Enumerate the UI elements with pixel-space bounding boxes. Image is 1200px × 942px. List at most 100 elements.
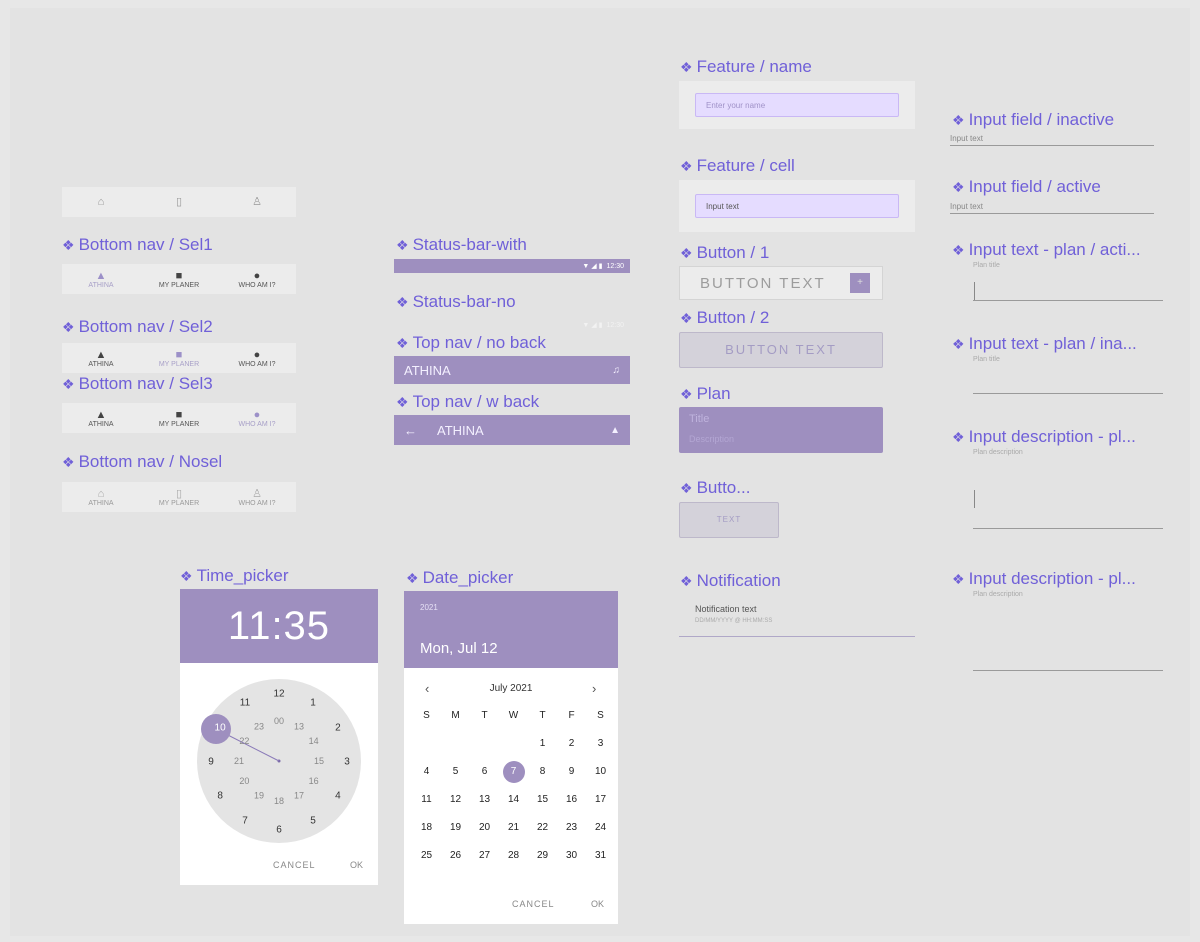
time-ok-button[interactable]: OK	[350, 860, 363, 870]
calendar-day[interactable]: 30	[557, 842, 586, 870]
nav-item-whoami[interactable]: ● WHO AM I?	[222, 409, 292, 428]
calendar-day[interactable]: 13	[470, 786, 499, 814]
calendar-day[interactable]: 7	[502, 761, 525, 783]
bell-icon[interactable]: ♫	[613, 365, 621, 376]
input-field-active[interactable]: Input text	[950, 202, 1154, 214]
clock-hour[interactable]: 2	[335, 723, 341, 734]
clock-hour[interactable]: 10	[215, 723, 227, 734]
calendar-day[interactable]: 15	[528, 786, 557, 814]
clock-hour[interactable]: 6	[276, 825, 282, 836]
cell-input[interactable]: Input text	[695, 194, 899, 218]
calendar-day[interactable]: 24	[586, 814, 615, 842]
weekday-label: W	[508, 710, 519, 721]
nav-item-whoami[interactable]: ● WHO AM I?	[222, 349, 292, 368]
calendar-day[interactable]: 20	[470, 814, 499, 842]
time-display[interactable]: 11:35	[228, 604, 330, 648]
calendar-day[interactable]: 27	[470, 842, 499, 870]
nav-item-whoami[interactable]: ♙ WHO AM I?	[222, 488, 292, 507]
year-label[interactable]: 2021	[420, 603, 438, 612]
bottom-nav-sel3: ▲ ATHINA ■ MY PLANER ● WHO AM I?	[62, 403, 296, 433]
text-button[interactable]: TEXT	[679, 502, 779, 538]
clock-hour[interactable]: 9	[208, 757, 214, 768]
calendar-day[interactable]: 11	[412, 786, 441, 814]
calendar-day[interactable]: 29	[528, 842, 557, 870]
calendar-day[interactable]: 10	[586, 758, 615, 786]
clock-hour-24[interactable]: 23	[254, 721, 264, 731]
clock-hour[interactable]: 12	[273, 689, 285, 700]
plan-card[interactable]: Title Description	[679, 407, 883, 453]
clock-hour-24[interactable]: 15	[314, 756, 324, 766]
nav-item-planer[interactable]: ■ MY PLANER	[144, 349, 214, 368]
calendar-day[interactable]: 17	[586, 786, 615, 814]
calendar-day[interactable]: 1	[528, 730, 557, 758]
calendar-day[interactable]: 14	[499, 786, 528, 814]
clock-hour-24[interactable]: 17	[294, 791, 304, 801]
calendar-day[interactable]: 22	[528, 814, 557, 842]
clock-hour[interactable]: 1	[310, 698, 316, 709]
name-input[interactable]: Enter your name	[695, 93, 899, 117]
plan-title-input-inactive[interactable]	[973, 393, 1163, 394]
date-cancel-button[interactable]: CANCEL	[512, 899, 555, 909]
clock-hour[interactable]: 3	[344, 757, 350, 768]
button-2[interactable]: BUTTON TEXT	[679, 332, 883, 368]
calendar-day[interactable]: 4	[412, 758, 441, 786]
clock-hour-24[interactable]: 00	[274, 716, 284, 726]
top-nav-w-back: ← ATHINA ▲	[394, 415, 630, 445]
clock-hour-24[interactable]: 13	[294, 721, 304, 731]
input-field-inactive[interactable]: Input text	[950, 134, 1154, 146]
calendar-day[interactable]: 31	[586, 842, 615, 870]
clock-hour[interactable]: 11	[240, 698, 251, 709]
clock-hour-24[interactable]: 18	[274, 796, 284, 806]
nav-item-planer[interactable]: ▯	[144, 196, 214, 208]
clock-face[interactable]: 121234567891011 001314151617181920212223	[180, 675, 378, 855]
calendar-day[interactable]: 16	[557, 786, 586, 814]
nav-item-athina[interactable]: ▲ ATHINA	[66, 349, 136, 368]
plus-icon[interactable]: +	[850, 273, 870, 293]
next-month-icon[interactable]: ›	[592, 681, 596, 696]
calendar-day[interactable]: 28	[499, 842, 528, 870]
calendar-day[interactable]: 19	[441, 814, 470, 842]
plan-description-input-inactive[interactable]	[973, 670, 1163, 671]
nav-item-profile[interactable]: ♙	[222, 196, 292, 208]
nav-item-planer[interactable]: ■ MY PLANER	[144, 409, 214, 428]
calendar-day[interactable]: 18	[412, 814, 441, 842]
calendar-day[interactable]: 25	[412, 842, 441, 870]
button-1[interactable]: BUTTON TEXT +	[679, 266, 883, 300]
back-arrow-icon[interactable]: ←	[404, 423, 417, 438]
calendar-day[interactable]: 2	[557, 730, 586, 758]
clock-hour[interactable]: 8	[217, 791, 223, 802]
plan-description-input-active[interactable]	[973, 528, 1163, 529]
plan-title-input-active[interactable]	[973, 300, 1163, 301]
clock-hour-24[interactable]: 21	[234, 756, 244, 766]
calendar-day[interactable]: 23	[557, 814, 586, 842]
nav-item-home[interactable]: ⌂	[66, 196, 136, 208]
nav-item-athina[interactable]: ⌂ ATHINA	[66, 488, 136, 507]
bell-icon[interactable]: ▲	[610, 425, 620, 436]
time-cancel-button[interactable]: CANCEL	[273, 860, 316, 870]
clock-hour-24[interactable]: 14	[309, 736, 319, 746]
nav-item-planer[interactable]: ■ MY PLANER	[144, 270, 214, 289]
clock-hour-24[interactable]: 19	[254, 791, 264, 801]
nav-item-planer[interactable]: ▯ MY PLANER	[144, 488, 214, 507]
plan-title: Title	[689, 413, 710, 425]
calendar-day[interactable]: 9	[557, 758, 586, 786]
calendar-day[interactable]: 6	[470, 758, 499, 786]
nav-item-athina[interactable]: ▲ ATHINA	[66, 270, 136, 289]
notification-item[interactable]: Notification text DD/MM/YYYY @ HH:MM:SS	[679, 598, 915, 637]
clock-hour[interactable]: 5	[310, 815, 316, 826]
selected-date: Mon, Jul 12	[420, 640, 498, 657]
calendar-day[interactable]: 8	[528, 758, 557, 786]
clock-hour[interactable]: 4	[335, 791, 341, 802]
nav-item-athina[interactable]: ▲ ATHINA	[66, 409, 136, 428]
calendar-day[interactable]: 26	[441, 842, 470, 870]
clock-hour-24[interactable]: 22	[239, 736, 249, 746]
clock-hour-24[interactable]: 16	[309, 776, 319, 786]
calendar-day[interactable]: 21	[499, 814, 528, 842]
clock-hour[interactable]: 7	[242, 815, 248, 826]
calendar-day[interactable]: 12	[441, 786, 470, 814]
calendar-day[interactable]: 3	[586, 730, 615, 758]
calendar-day[interactable]: 5	[441, 758, 470, 786]
clock-hour-24[interactable]: 20	[239, 776, 249, 786]
nav-item-whoami[interactable]: ● WHO AM I?	[222, 270, 292, 289]
date-ok-button[interactable]: OK	[591, 899, 604, 909]
